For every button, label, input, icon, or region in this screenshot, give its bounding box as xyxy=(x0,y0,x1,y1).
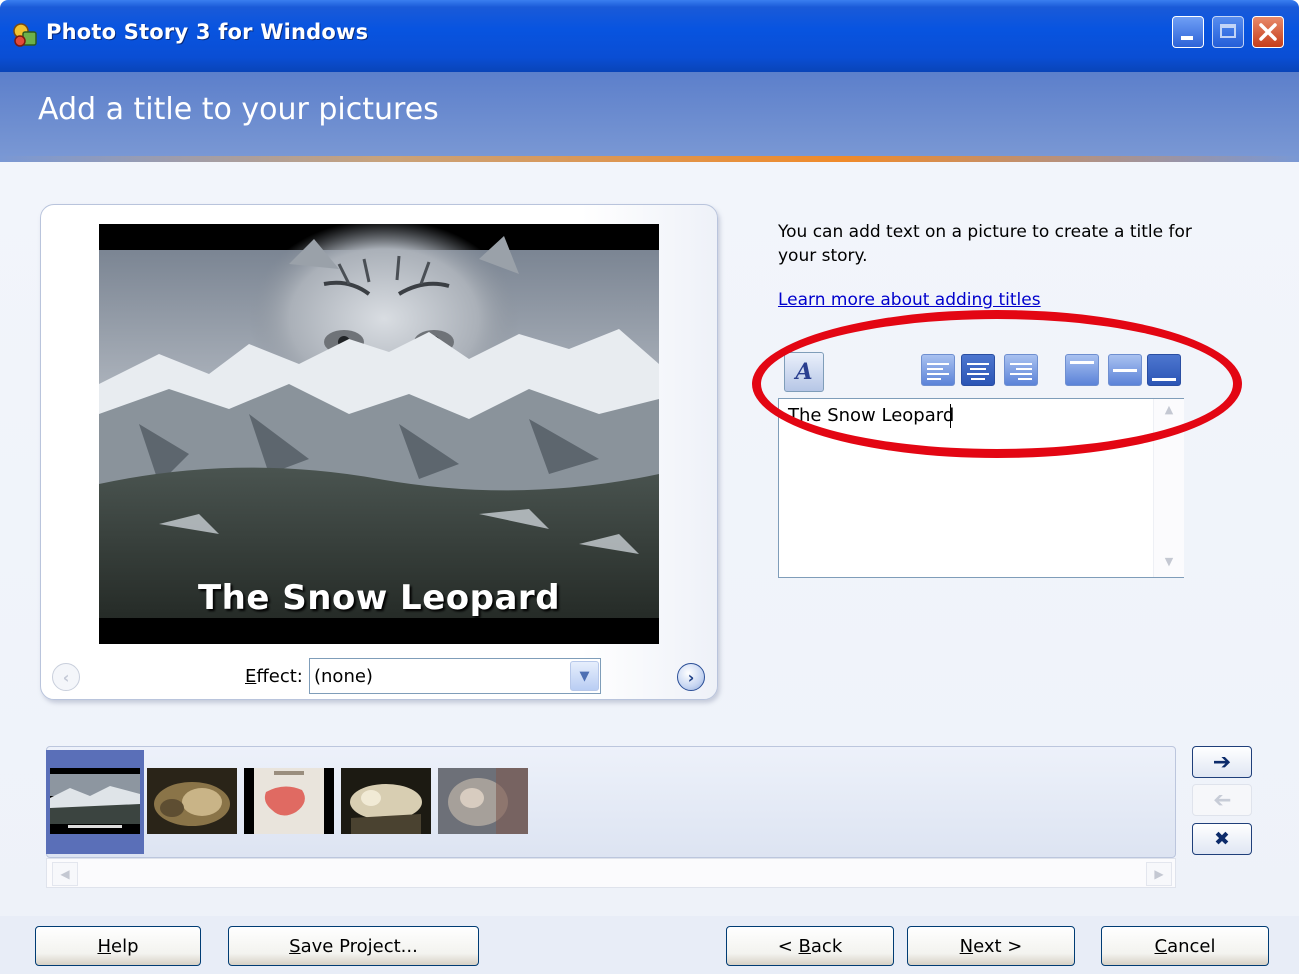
scroll-right-button[interactable]: ▶ xyxy=(1146,862,1172,886)
remove-x-icon: ✖ xyxy=(1214,828,1230,850)
next-picture-button[interactable]: › xyxy=(677,663,705,691)
arrow-left-icon: ➔ xyxy=(1212,787,1232,813)
back-button[interactable]: < Back xyxy=(726,926,894,966)
close-icon xyxy=(1259,23,1277,41)
photo-story-app-icon xyxy=(13,23,37,47)
page-title: Add a title to your pictures xyxy=(38,92,439,127)
chevron-right-icon: › xyxy=(687,667,695,687)
minimize-icon xyxy=(1181,36,1193,40)
maximize-icon xyxy=(1220,24,1236,38)
scroll-left-icon: ◀ xyxy=(60,867,70,881)
filmstrip-scrollbar[interactable] xyxy=(46,858,1176,888)
scroll-right-icon: ▶ xyxy=(1154,867,1164,881)
effect-dropdown-button[interactable]: ▼ xyxy=(570,661,599,691)
save-project-button[interactable]: Save Project... xyxy=(228,926,479,966)
red-highlight-ellipse xyxy=(752,310,1242,458)
learn-more-link[interactable]: Learn more about adding titles xyxy=(778,290,1041,310)
thumbnail-2[interactable] xyxy=(147,768,237,834)
effect-selected-value: (none) xyxy=(314,666,373,687)
previous-picture-button[interactable]: ‹ xyxy=(52,663,80,691)
thumbnail-1[interactable] xyxy=(50,768,140,834)
instructions-text: You can add text on a picture to create … xyxy=(778,222,1192,266)
help-button[interactable]: Help xyxy=(35,926,201,966)
chevron-down-icon: ▼ xyxy=(579,668,590,684)
scroll-left-button[interactable]: ◀ xyxy=(52,862,78,886)
scroll-down-icon: ▼ xyxy=(1164,555,1174,568)
window-title: Photo Story 3 for Windows xyxy=(46,20,369,44)
thumbnail-4[interactable] xyxy=(341,768,431,834)
next-button[interactable]: Next > xyxy=(907,926,1075,966)
arrow-right-icon: ➔ xyxy=(1212,749,1232,775)
chevron-left-icon: ‹ xyxy=(62,667,70,687)
preview-title-caption: The Snow Leopard xyxy=(197,578,561,618)
effect-label: Effect: xyxy=(245,666,303,687)
close-button[interactable] xyxy=(1252,16,1284,48)
thumbnail-3[interactable] xyxy=(244,768,334,834)
thumbnail-5[interactable] xyxy=(438,768,528,834)
minimize-button[interactable] xyxy=(1172,16,1204,48)
maximize-button[interactable] xyxy=(1212,16,1244,48)
move-picture-right-button[interactable]: ➔ xyxy=(1192,746,1252,778)
remove-picture-button[interactable]: ✖ xyxy=(1192,823,1252,855)
move-picture-left-button[interactable]: ➔ xyxy=(1192,784,1252,816)
cancel-button[interactable]: Cancel xyxy=(1101,926,1269,966)
